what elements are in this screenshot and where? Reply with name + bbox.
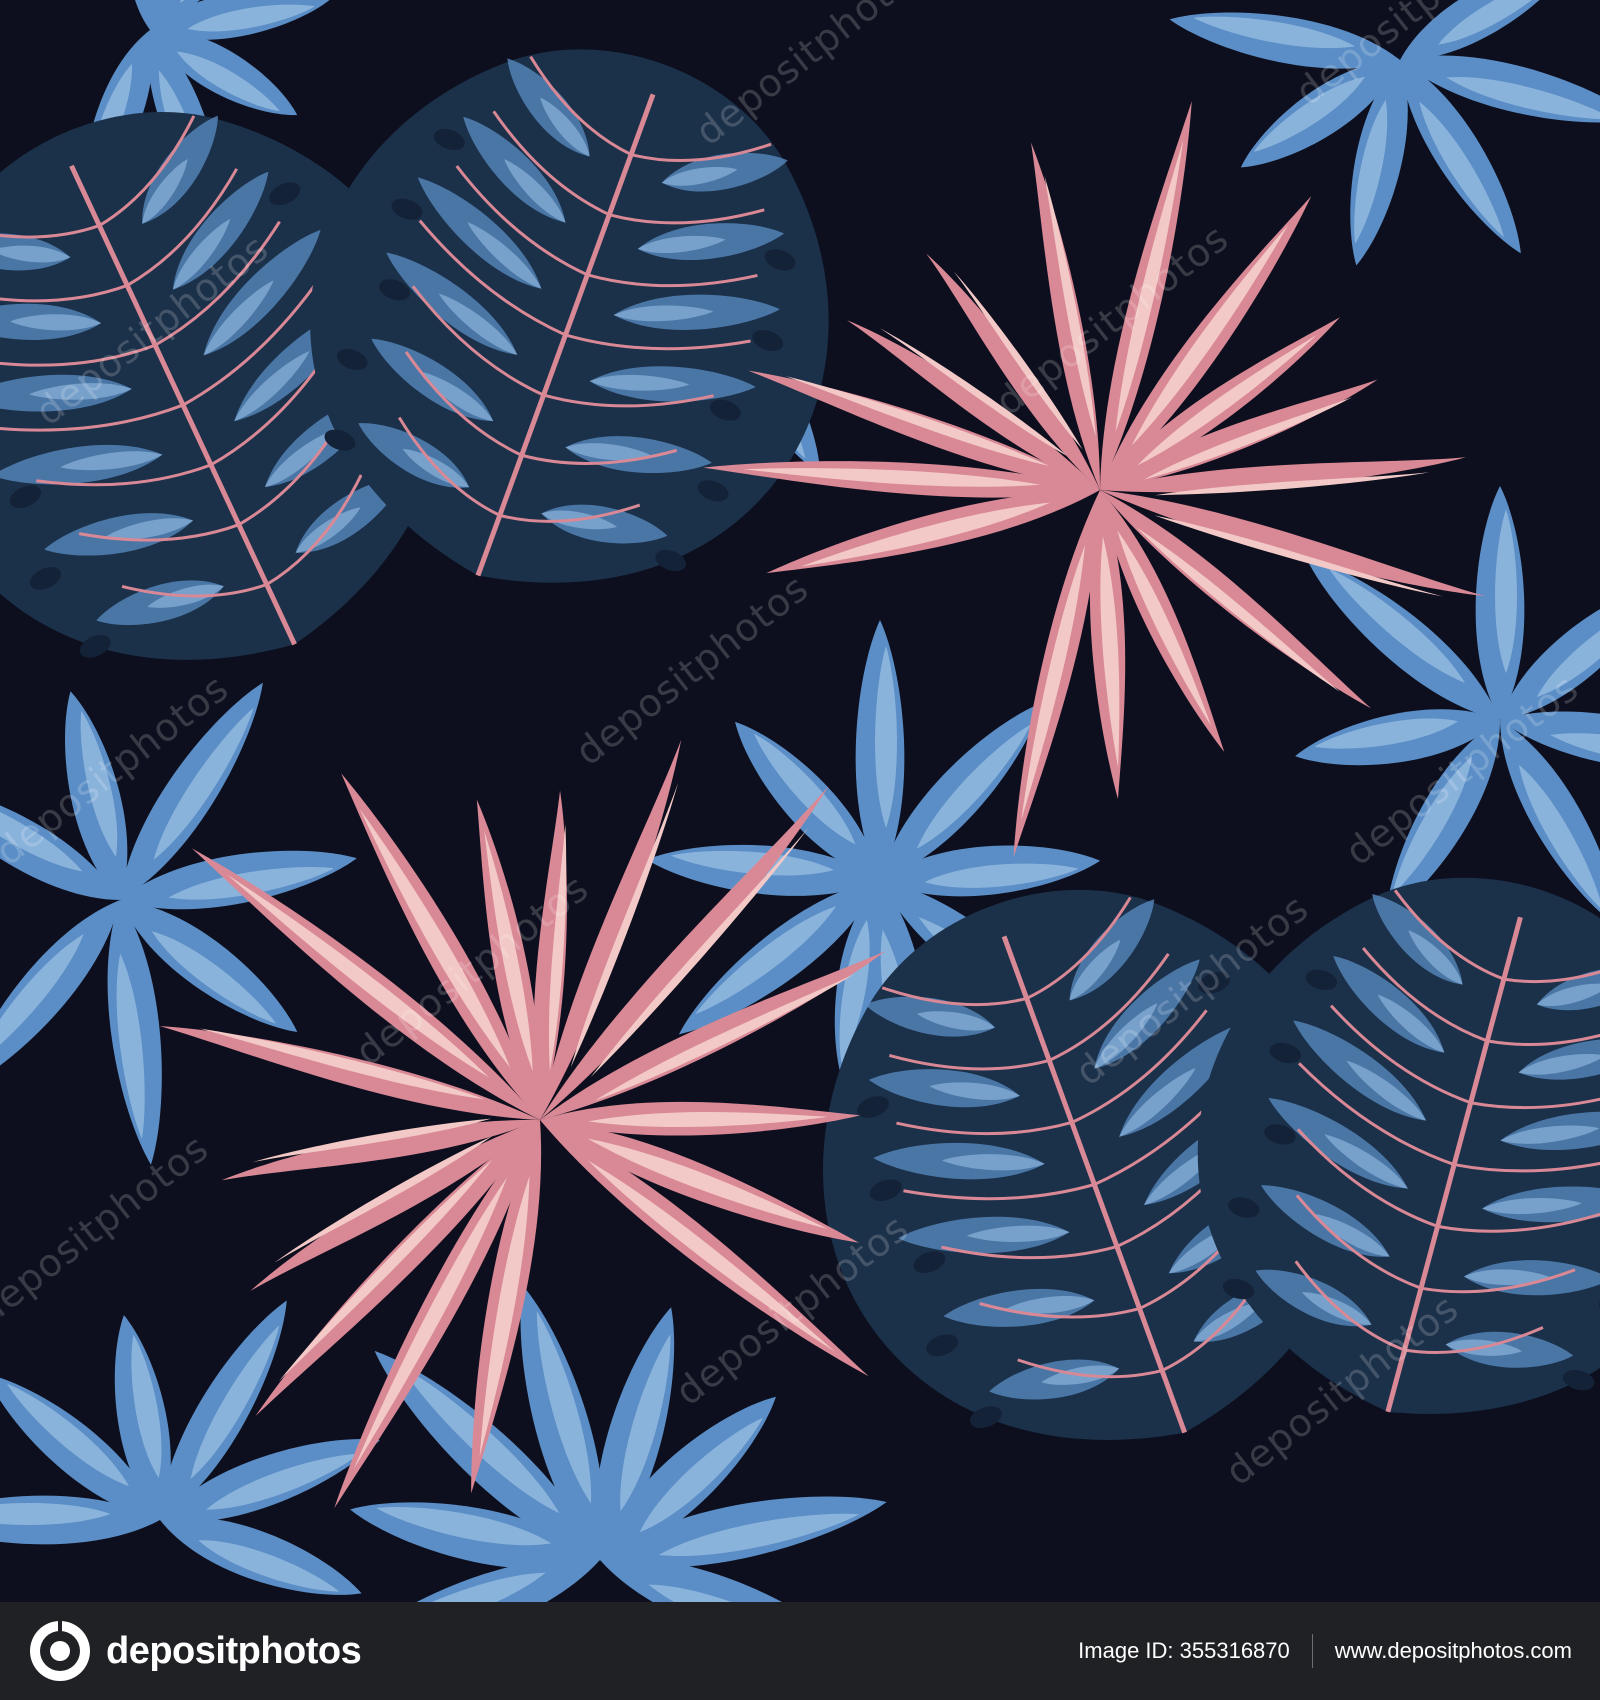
tropical-leaf-pattern: depositphotos depositphotos depositphotos d… (0, 0, 1600, 1602)
stock-footer-bar: depositphotos Image ID: 355316870 www.de… (0, 1602, 1600, 1700)
brand-name: depositphotos (106, 1629, 362, 1672)
site-url-link[interactable]: www.depositphotos.com (1335, 1638, 1572, 1664)
image-meta: Image ID: 355316870 www.depositphotos.co… (1078, 1634, 1572, 1668)
pattern-canvas: depositphotosdepositphotos depositphotosd… (0, 0, 1600, 1602)
depositphotos-logo-icon (30, 1621, 90, 1681)
brand[interactable]: depositphotos (28, 1619, 362, 1683)
image-id: Image ID: 355316870 (1078, 1638, 1290, 1663)
meta-divider (1311, 1634, 1313, 1668)
